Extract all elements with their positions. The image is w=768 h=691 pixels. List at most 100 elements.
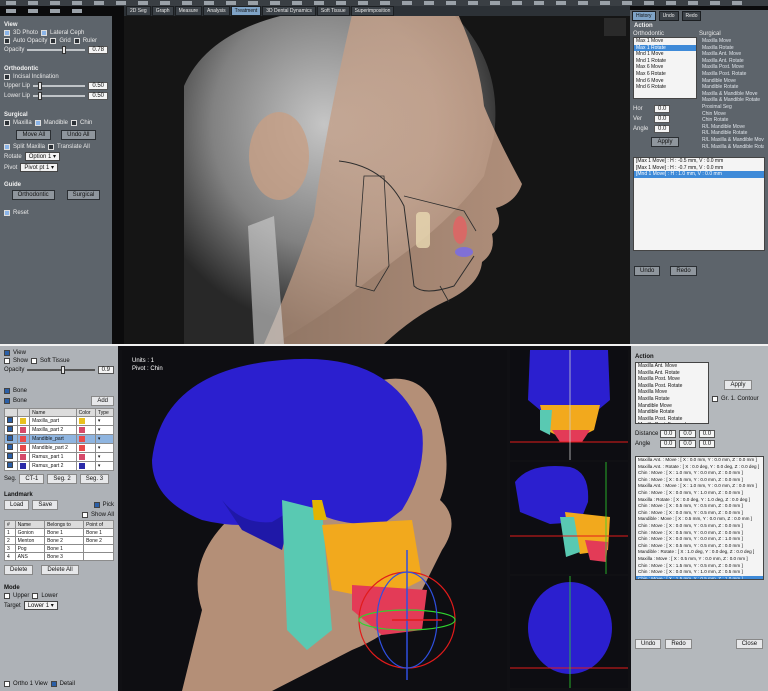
bottom-history-list[interactable]: Maxilla Ant. : Move : [ X : 0.0 mm, Y : … — [635, 456, 764, 580]
move-all-button[interactable]: Move All — [16, 130, 52, 140]
delete-landmark-button[interactable]: Delete — [4, 565, 34, 575]
bone-color-cell[interactable] — [75, 416, 96, 426]
landmark-save-button[interactable]: Save — [32, 500, 59, 510]
tool-icon[interactable] — [600, 1, 610, 5]
orthodontic-action-item[interactable]: Mnd 6 Rotate — [634, 84, 696, 91]
surgical-action-item[interactable]: Maxilla Post. Move — [700, 64, 764, 71]
history-item[interactable]: Chin : Move : [ X : 1.5 mm, Y : 0.5 mm, … — [636, 563, 763, 570]
tool-icon[interactable] — [402, 1, 412, 5]
orthodontic-action-item[interactable]: Max 6 Rotate — [634, 71, 696, 78]
segment-button-2[interactable]: Seg. 2 — [47, 474, 77, 484]
history-item[interactable]: [Mnd 1 Move] : H : 1.0 mm, V : 0.0 mm — [634, 171, 764, 178]
bone-type-cell[interactable]: ▾ — [94, 416, 115, 426]
history-item[interactable]: [Max 1 Move] : H : -0.7 mm, V : 0.0 mm — [634, 165, 764, 172]
distance-y-field[interactable]: 0.0 — [679, 430, 696, 438]
tool-icon[interactable] — [666, 1, 676, 5]
history-item[interactable]: Chin : Move : [ X : 0.5 mm, Y : 0.0 mm, … — [636, 530, 763, 537]
tool-icon[interactable] — [380, 1, 390, 5]
opacity-slider[interactable] — [27, 46, 86, 54]
undo-button[interactable]: Undo — [634, 266, 661, 276]
surgical-action-item[interactable]: Chin Move — [700, 111, 764, 118]
close-button[interactable]: Close — [735, 639, 764, 649]
landmark-row[interactable]: 1 Gonion Bone 1 Bone 1 — [4, 528, 114, 537]
tool-icon[interactable] — [94, 1, 104, 5]
tab-3d-dental-dynamics[interactable]: 3D Dental Dynamics — [262, 6, 316, 16]
tool-icon[interactable] — [160, 1, 170, 5]
surgical-button[interactable]: Surgical — [66, 190, 101, 200]
landmark-table[interactable]: # Name Belongs to Point of 1 Gonion Bone 1… — [4, 520, 114, 561]
slider-thumb[interactable] — [62, 46, 67, 54]
orthodontic-action-item[interactable]: Mnd 6 Move — [634, 78, 696, 85]
checkbox-grid[interactable] — [50, 38, 57, 44]
surgical-action-list[interactable]: Maxilla Move Maxilla Rotate Maxilla Ant. M… — [699, 37, 765, 151]
opacity-value[interactable]: 0.9 — [97, 366, 114, 374]
tab-soft-tissue[interactable]: Soft Tissue — [316, 6, 350, 16]
tab-graph[interactable]: Graph — [151, 6, 174, 16]
angle-z-field[interactable]: 0.0 — [698, 440, 716, 448]
checkbox-show-all[interactable] — [81, 512, 88, 518]
landmark-row[interactable]: 3 Pog Bone 1 — [4, 544, 114, 553]
lateral-view[interactable] — [510, 462, 628, 574]
checkbox-3d-photo[interactable] — [4, 30, 10, 36]
tool-icon[interactable] — [556, 1, 566, 5]
redo-button[interactable]: Redo — [670, 266, 697, 276]
bone-type-cell[interactable]: ▾ — [94, 443, 115, 453]
angle-y-field[interactable]: 0.0 — [679, 440, 696, 448]
history-item[interactable]: [Max 1 Move] : H : -0.5 mm, V : 0.0 mm — [634, 158, 764, 165]
row-checkbox[interactable] — [7, 417, 13, 423]
tool-icon[interactable] — [6, 1, 16, 5]
tool-icon[interactable] — [248, 1, 258, 5]
bone-row[interactable]: Maxilla_part ▾ — [4, 416, 115, 426]
tool-icon[interactable] — [446, 1, 456, 5]
checkbox-contour[interactable] — [712, 396, 718, 402]
history-item[interactable]: Maxilla : Rotate : [ X : 0.0 deg, Y : 1.… — [636, 497, 763, 504]
tool-icon[interactable] — [534, 1, 544, 5]
row-checkbox-cell[interactable] — [4, 425, 18, 435]
action-item[interactable]: Maxilla Post. Rotate — [636, 416, 708, 423]
surgical-action-item[interactable]: Maxilla Move — [700, 38, 764, 45]
bone-color-picker[interactable] — [78, 435, 85, 442]
orthodontic-action-item[interactable]: Max 1 Move — [634, 38, 696, 45]
surgical-action-item[interactable]: Mandible Move — [700, 78, 764, 85]
tool-icon[interactable] — [270, 1, 280, 5]
surgical-action-item[interactable]: Maxilla & Mandible Move — [700, 91, 764, 98]
tool-icon[interactable] — [578, 1, 588, 5]
main-3d-viewport[interactable]: Units : 1 Pivot : Chin — [122, 350, 507, 691]
tool-icon[interactable] — [182, 1, 192, 5]
checkbox-bone-section[interactable] — [4, 388, 10, 394]
tool-icon[interactable] — [138, 1, 148, 5]
tool-icon[interactable] — [424, 1, 434, 5]
tab-redo[interactable]: Redo — [681, 11, 702, 21]
checkbox-auto-opacity[interactable] — [4, 38, 10, 44]
orthodontic-action-list[interactable]: Max 1 Move Max 1 Rotate Mnd 1 Move Mnd 1 Ro… — [633, 37, 697, 99]
history-item[interactable]: Chin : Move : [ X : 1.0 mm, Y : 0.0 mm, … — [636, 470, 763, 477]
angle-x-field[interactable]: 0.0 — [660, 440, 677, 448]
surgical-action-item[interactable]: Maxilla Ant. Move — [700, 51, 764, 58]
checkbox-lateral-ceph[interactable] — [41, 30, 48, 36]
opacity-value[interactable]: 0.78 — [88, 46, 108, 54]
row-checkbox[interactable] — [7, 435, 13, 441]
front-view[interactable] — [510, 350, 628, 460]
distance-z-field[interactable]: 0.0 — [698, 430, 716, 438]
checkbox-ortho-view[interactable] — [4, 681, 10, 687]
tool-icon[interactable] — [336, 1, 346, 5]
surgical-action-item[interactable]: R/L Mandible Rotate — [700, 130, 764, 137]
rotate-select[interactable]: Option 1 — [24, 152, 61, 161]
delete-all-landmarks-button[interactable]: Delete All — [41, 565, 79, 575]
tool-icon[interactable] — [50, 1, 60, 5]
history-item[interactable]: Chin : Move : [ X : 0.5 mm, Y : 0.5 mm, … — [636, 503, 763, 510]
tool-icon[interactable] — [72, 9, 82, 13]
slider-thumb[interactable] — [61, 366, 65, 374]
tab-2d-seg[interactable]: 2D Seg — [126, 6, 151, 16]
angle-field[interactable]: 0.0 — [654, 125, 671, 133]
bone-color-picker[interactable] — [78, 417, 85, 424]
lower-lip-value[interactable]: 0.50 — [88, 92, 108, 100]
landmark-row[interactable]: 2 Menton Bone 2 Bone 2 — [4, 536, 114, 545]
tool-icon[interactable] — [50, 9, 60, 13]
checkbox-split-maxilla[interactable] — [4, 144, 10, 150]
orthodontic-action-item[interactable]: Mnd 1 Move — [634, 51, 696, 58]
orthodontic-action-item[interactable]: Max 1 Rotate — [634, 44, 696, 52]
row-checkbox[interactable] — [7, 453, 13, 459]
radio-mandible[interactable] — [34, 120, 41, 126]
upper-lip-slider[interactable] — [33, 82, 86, 90]
